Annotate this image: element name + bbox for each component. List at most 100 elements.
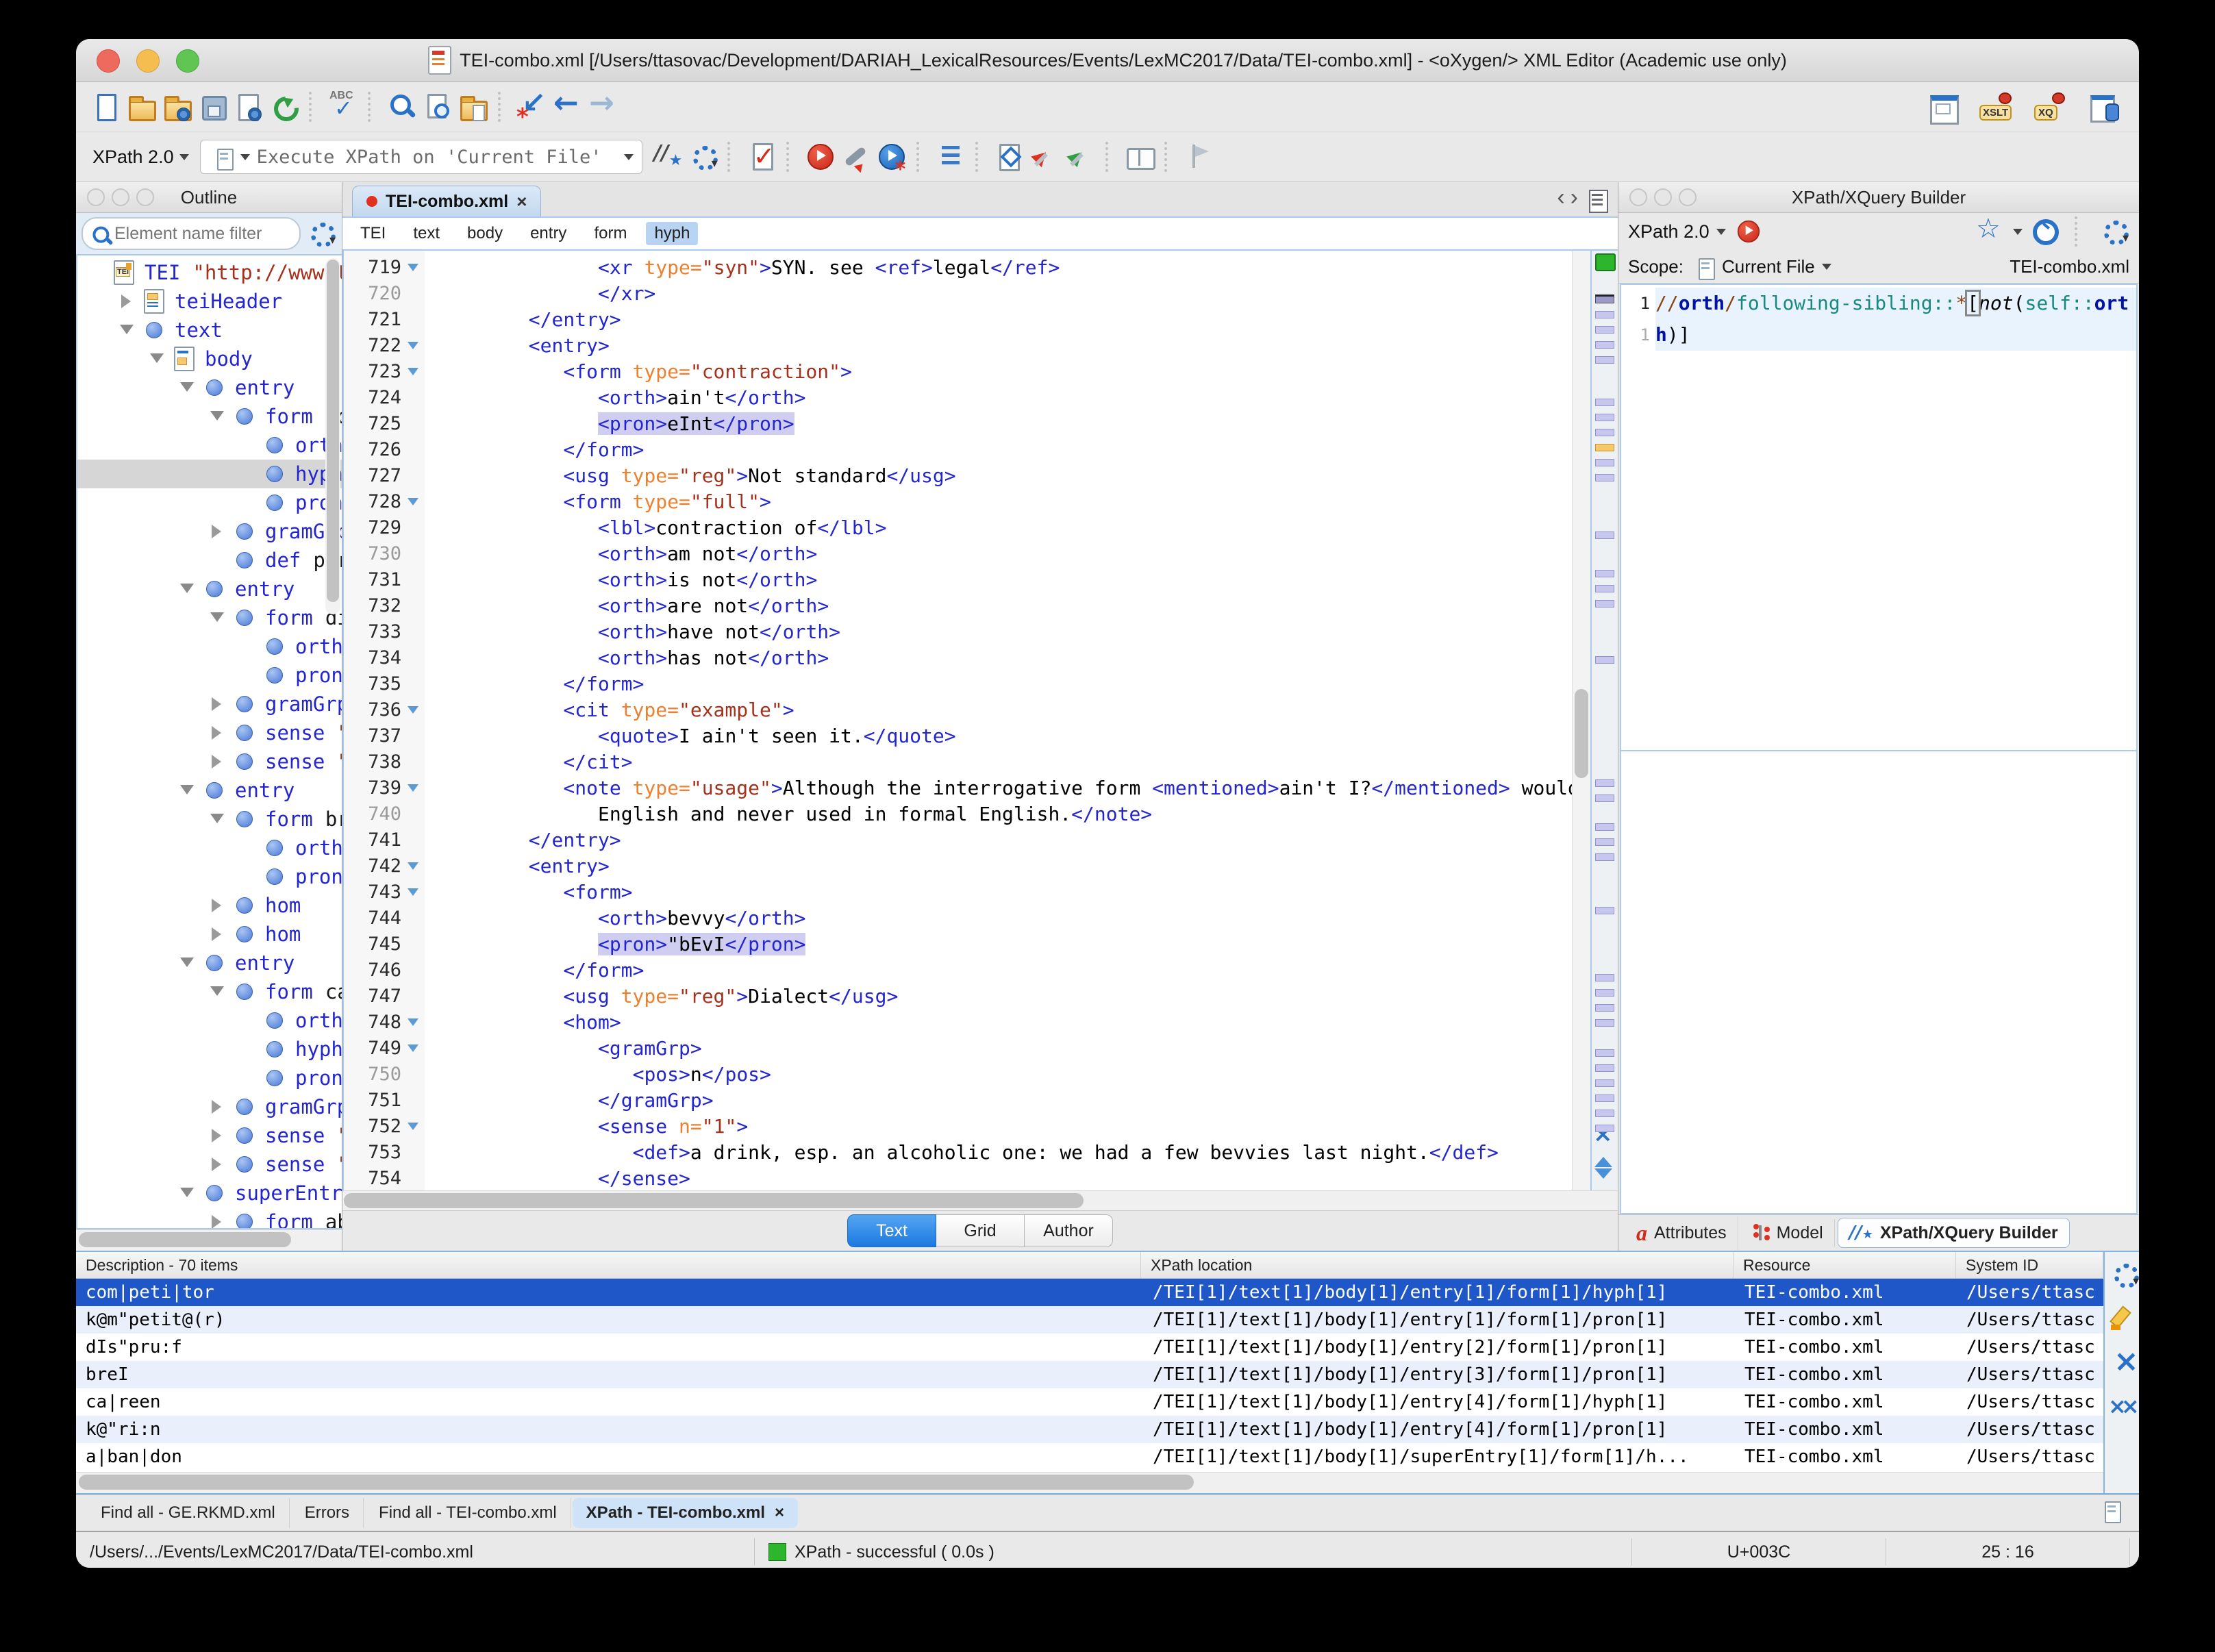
result-marker[interactable] [1595, 341, 1614, 349]
result-row[interactable]: k@"ri:n/TEI[1]/text[1]/body[1]/entry[4]/… [76, 1416, 2103, 1443]
code-line-726[interactable]: 726</form> [344, 437, 1572, 463]
run-icon[interactable] [803, 139, 838, 175]
col-system-id[interactable]: System ID [1956, 1252, 2103, 1278]
result-row[interactable]: ca|reen/TEI[1]/text[1]/body[1]/entry[4]/… [76, 1388, 2103, 1416]
code-line-737[interactable]: 737<quote>I ain't seen it.</quote> [344, 723, 1572, 749]
results-hscrollbar[interactable] [76, 1472, 2103, 1493]
outline-node-hyph[interactable]: hyphc [77, 1035, 342, 1064]
xslt-debug-icon[interactable] [1979, 89, 2014, 125]
spell-check-icon[interactable] [325, 89, 361, 125]
code-line-743[interactable]: 743<form> [344, 879, 1572, 905]
outline-node-orth[interactable]: orthd [77, 632, 342, 661]
results-highlight-pen-icon[interactable] [2104, 1300, 2139, 1336]
view-button-author[interactable]: Author [1025, 1214, 1113, 1247]
code-line-740[interactable]: 740English and never used in formal Engl… [344, 801, 1572, 827]
xb-version-label[interactable]: XPath 2.0 [1628, 221, 1710, 242]
result-marker[interactable] [1595, 399, 1614, 406]
format-indent-icon[interactable] [933, 139, 968, 175]
expander-closed-icon[interactable] [203, 1100, 231, 1114]
expander-open-icon[interactable] [203, 607, 231, 629]
code-line-746[interactable]: 746</form> [344, 958, 1572, 984]
expander-open-icon[interactable] [203, 808, 231, 830]
fold-toggle-icon[interactable] [401, 333, 425, 359]
open-icon[interactable] [124, 89, 160, 125]
expander-closed-icon[interactable] [203, 1157, 231, 1171]
breadcrumb-item-body[interactable]: body [467, 224, 503, 243]
expander-open-icon[interactable] [113, 319, 140, 341]
save-icon[interactable] [195, 89, 231, 125]
bottom-tab-xpath-tei-combo-xml[interactable]: XPath - TEI-combo.xml× [573, 1498, 798, 1528]
history-clock-icon[interactable] [2029, 216, 2061, 247]
code-line-728[interactable]: 728<form type="full"> [344, 489, 1572, 515]
fold-toggle-icon[interactable] [401, 359, 425, 385]
outline-vscrollbar[interactable] [325, 258, 340, 614]
favorites-star-icon[interactable] [1975, 216, 2006, 247]
outline-node-orth[interactable]: orthc [77, 1006, 342, 1035]
outline-node-teiHeader[interactable]: teiHeader [77, 287, 342, 316]
result-marker[interactable] [1595, 907, 1614, 914]
fold-toggle-icon[interactable] [401, 1010, 425, 1036]
code-line-732[interactable]: 732<orth>are not</orth> [344, 593, 1572, 619]
code-line-735[interactable]: 735</form> [344, 671, 1572, 697]
forward-icon[interactable] [586, 89, 621, 125]
outline-node-entry[interactable]: entry [77, 949, 342, 977]
fold-toggle-icon[interactable] [401, 853, 425, 879]
scroll-tabs-right-icon[interactable]: › [1570, 184, 1578, 211]
code-line-754[interactable]: 754</sense> [344, 1166, 1572, 1190]
jump-last-edit-icon[interactable] [514, 89, 550, 125]
debug-icon[interactable] [874, 139, 910, 175]
view-button-text[interactable]: Text [847, 1214, 936, 1247]
outline-node-gramGrp[interactable]: gramGrpn [77, 690, 342, 718]
code-line-729[interactable]: 729<lbl>contraction of</lbl> [344, 515, 1572, 541]
view-button-grid[interactable]: Grid [936, 1214, 1025, 1247]
expander-open-icon[interactable] [173, 578, 201, 600]
result-row[interactable]: breI/TEI[1]/text[1]/body[1]/entry[3]/for… [76, 1361, 2103, 1388]
outline-node-hom[interactable]: hom [77, 891, 342, 920]
results-gear-icon[interactable] [2104, 1255, 2139, 1290]
bottom-tab-find-all-ge-rkmd-xml[interactable]: Find all - GE.RKMD.xml [87, 1498, 290, 1528]
outline-node-form[interactable]: formcomp [77, 402, 342, 431]
breadcrumb-item-form[interactable]: form [594, 224, 627, 243]
refactor-icon[interactable] [992, 139, 1027, 175]
outline-node-body[interactable]: body [77, 345, 342, 373]
xpath-expression-editor[interactable]: 1//orth/following-sibling::*[not(self::o… [1620, 284, 2138, 751]
outline-node-hom[interactable]: hom [77, 920, 342, 949]
code-line-753[interactable]: 753<def>a drink, esp. an alcoholic one: … [344, 1140, 1572, 1166]
result-marker[interactable] [1595, 474, 1614, 481]
expander-open-icon[interactable] [173, 377, 201, 399]
editor-hscrollbar[interactable] [342, 1190, 1618, 1210]
breadcrumb-item-TEI[interactable]: TEI [360, 224, 386, 243]
fold-toggle-icon[interactable] [401, 1036, 425, 1062]
code-line-749[interactable]: 749<gramGrp> [344, 1036, 1572, 1062]
col-resource[interactable]: Resource [1734, 1252, 1956, 1278]
code-line-745[interactable]: 745<pron>"bEvI</pron> [344, 931, 1572, 958]
expander-closed-icon[interactable] [203, 1129, 231, 1142]
code-line-751[interactable]: 751</gramGrp> [344, 1088, 1572, 1114]
results-clear-x-icon[interactable] [2104, 1345, 2139, 1381]
code-line-721[interactable]: 721</entry> [344, 307, 1572, 333]
result-marker[interactable] [1595, 779, 1614, 787]
code-line-736[interactable]: 736<cit type="example"> [344, 697, 1572, 723]
code-line-742[interactable]: 742<entry> [344, 853, 1572, 879]
element-filter-input[interactable] [113, 223, 295, 245]
layout-icon[interactable] [1925, 89, 1961, 125]
bottom-tab-errors[interactable]: Errors [291, 1498, 364, 1528]
flag-gray-icon[interactable] [1181, 139, 1216, 175]
outline-settings-gear-icon[interactable] [305, 218, 336, 249]
outline-node-form[interactable]: formcare [77, 977, 342, 1006]
result-marker[interactable] [1595, 1125, 1614, 1132]
code-line-750[interactable]: 750<pos>n</pos> [344, 1062, 1572, 1088]
expander-open-icon[interactable] [143, 348, 171, 370]
outline-node-entry[interactable]: entry [77, 575, 342, 603]
editor-tab[interactable]: TEI-combo.xml × [352, 186, 541, 216]
xpath-builder-header[interactable]: XPath/XQuery Builder [1618, 182, 2139, 213]
execute-xpath-combo[interactable]: Execute XPath on 'Current File' [200, 140, 642, 174]
code-line-744[interactable]: 744<orth>bevvy</orth> [344, 905, 1572, 931]
search-icon[interactable] [384, 89, 420, 125]
scroll-tabs-left-icon[interactable]: ‹ [1557, 184, 1564, 211]
col-description[interactable]: Description - 70 items [76, 1252, 1141, 1278]
element-filter-box[interactable] [82, 217, 301, 250]
expander-open-icon[interactable] [203, 981, 231, 1003]
outline-node-pron[interactable]: pronk [77, 1064, 342, 1092]
fold-toggle-icon[interactable] [401, 1114, 425, 1140]
